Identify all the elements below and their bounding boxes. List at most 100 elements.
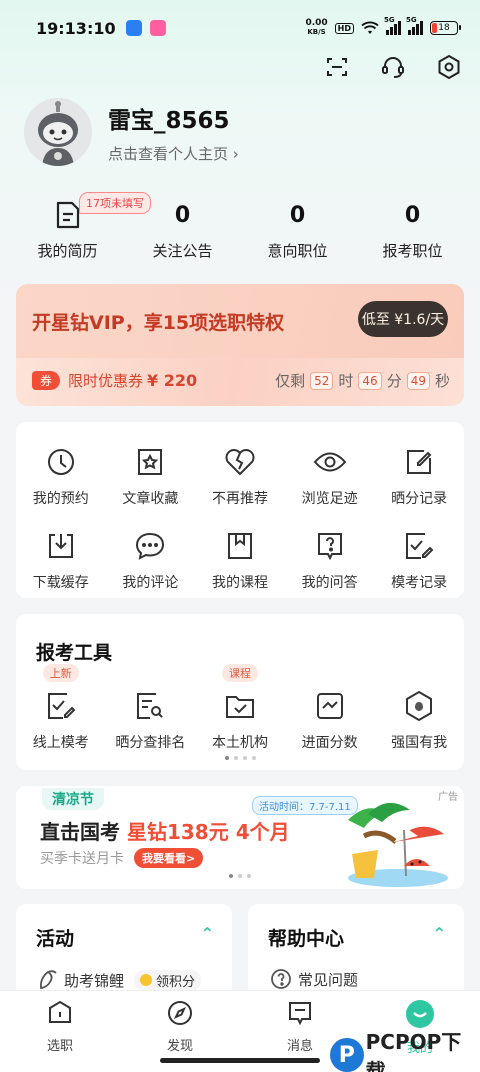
shortcuts-card: 我的预约 文章收藏 不再推荐 浏览足迹 晒分记录 下载缓存 我的评论 我的课程 … — [16, 422, 464, 598]
tool-label: 强国有我 — [391, 735, 448, 751]
notification-app-icon — [149, 20, 166, 36]
countdown-hours: 52 — [310, 371, 334, 390]
ad-banner[interactable]: 清凉节 广告 直击国考 星钻138元 4个月 买季卡送月卡 我要看看> 活动时间… — [16, 786, 464, 889]
shortcut-label: 文章收藏 — [122, 491, 179, 507]
stat-value: 0 — [174, 202, 191, 228]
vip-price-button[interactable]: 低至 ¥1.6/天 — [358, 301, 448, 337]
stat-value: 0 — [404, 202, 421, 228]
settings-icon[interactable] — [434, 52, 464, 82]
collapse-icon[interactable]: ⌃ — [201, 924, 214, 943]
exam-record-icon — [374, 526, 464, 566]
shortcut-downloads[interactable]: 下载缓存 — [16, 526, 106, 592]
comment-icon — [106, 526, 196, 566]
tool-online-mock[interactable]: 上新 线上模考 — [16, 664, 106, 752]
clock-icon — [16, 442, 106, 482]
tool-rank-search[interactable]: 晒分查排名 — [106, 686, 196, 752]
tools-title: 报考工具 — [36, 642, 113, 664]
banner-cta-button[interactable]: 我要看看> — [134, 848, 204, 868]
stat-label: 报考职位 — [382, 242, 443, 260]
shield-flower-icon — [374, 686, 464, 726]
tool-label: 进面分数 — [301, 735, 358, 751]
stat-resume[interactable]: 17项未填写 我的简历 — [10, 192, 151, 261]
coupon-amount: ¥ 220 — [147, 371, 198, 390]
tool-interview-score[interactable]: 进面分数 — [285, 686, 375, 752]
compass-icon — [168, 1001, 192, 1025]
activity-item-label: 助考锦鲤 — [64, 971, 125, 990]
stat-label: 关注公告 — [152, 242, 213, 260]
book-icon — [195, 526, 285, 566]
message-icon — [289, 1002, 311, 1026]
question-circle-icon — [271, 969, 291, 989]
countdown: 仅剩 52 时 46 分 49 秒 — [275, 370, 450, 391]
tools-card: 报考工具 上新 线上模考 晒分查排名 课程 本土机构 进面分数 强国有我 — [16, 614, 464, 770]
status-bar: 19:13:10 0.00 KB/S HD 5G 5G 18 — [0, 0, 480, 56]
shortcut-mock-record[interactable]: 模考记录 — [374, 526, 464, 592]
shortcut-label: 我的问答 — [301, 575, 358, 591]
shortcut-comments[interactable]: 我的评论 — [106, 526, 196, 592]
shortcut-history[interactable]: 浏览足迹 — [285, 442, 375, 508]
shortcut-not-recommend[interactable]: 不再推荐 — [195, 442, 285, 508]
help-item-label: 常见问题 — [298, 970, 359, 989]
shortcut-label: 我的课程 — [211, 575, 268, 591]
activity-item[interactable]: 助考锦鲤 领积分 — [36, 968, 202, 992]
tool-tag: 上新 — [42, 664, 79, 682]
shortcut-favorites[interactable]: 文章收藏 — [106, 442, 196, 508]
profile-face-icon — [406, 1000, 434, 1028]
vip-title: 开星钻VIP，享15项选职特权 — [32, 312, 285, 334]
watermark-p-icon: P — [330, 1038, 364, 1072]
nav-label: 选职 — [46, 1039, 73, 1054]
tool-strong-nation[interactable]: 强国有我 — [374, 686, 464, 752]
collapse-icon[interactable]: ⌃ — [433, 924, 446, 943]
rank-search-icon — [106, 686, 196, 726]
status-time: 19:13:10 — [36, 18, 116, 38]
stat-applied-jobs[interactable]: 0 报考职位 — [355, 196, 470, 261]
customer-service-icon[interactable] — [378, 52, 408, 82]
shortcut-label: 不再推荐 — [211, 491, 268, 507]
profile-header[interactable]: 雷宝_8565 点击查看个人主页 › — [24, 98, 239, 166]
help-card: 帮助中心 ⌃ 常见问题 — [248, 904, 464, 1004]
shortcut-label: 我的评论 — [122, 575, 179, 591]
hd-icon: HD — [334, 22, 354, 34]
koi-icon — [39, 970, 57, 989]
points-badge[interactable]: 领积分 — [134, 969, 202, 991]
eye-icon — [285, 442, 375, 482]
user-name: 雷宝_8565 — [108, 107, 230, 134]
view-profile-link[interactable]: 点击查看个人主页 › — [108, 143, 239, 164]
star-bookmark-icon — [106, 442, 196, 482]
download-icon — [16, 526, 106, 566]
question-icon — [285, 526, 375, 566]
shortcut-courses[interactable]: 我的课程 — [195, 526, 285, 592]
shortcut-label: 晒分记录 — [391, 491, 448, 507]
nav-jobs[interactable]: 选职 — [0, 991, 120, 1072]
shortcut-score-record[interactable]: 晒分记录 — [374, 442, 464, 508]
scan-icon[interactable] — [322, 52, 352, 82]
vip-promo-card[interactable]: 开星钻VIP，享15项选职特权 低至 ¥1.6/天 券 限时优惠券 ¥ 220 … — [16, 284, 464, 406]
coin-icon — [140, 974, 153, 986]
banner-sub: 买季卡送月卡 — [40, 851, 124, 867]
avatar[interactable] — [24, 98, 92, 166]
banner-headline: 直击国考 星钻138元 4个月 — [40, 820, 290, 844]
nav-label: 发现 — [166, 1039, 193, 1054]
broken-heart-icon — [195, 442, 285, 482]
home-indicator[interactable] — [160, 1058, 320, 1063]
stat-intended-jobs[interactable]: 0 意向职位 — [240, 196, 355, 261]
countdown-unit: 秒 — [434, 372, 450, 390]
shortcut-qa[interactable]: 我的问答 — [285, 526, 375, 592]
stat-label: 我的简历 — [37, 242, 98, 260]
shortcut-label: 浏览足迹 — [301, 491, 358, 507]
score-chart-icon — [285, 686, 375, 726]
tool-local-institution[interactable]: 课程 本土机构 — [195, 664, 285, 752]
countdown-unit: 分 — [386, 372, 402, 390]
countdown-minutes: 46 — [358, 371, 382, 390]
shortcut-appointments[interactable]: 我的预约 — [16, 442, 106, 508]
stats-row: 17项未填写 我的简历 0 关注公告 0 意向职位 0 报考职位 — [10, 192, 470, 261]
stat-label: 意向职位 — [267, 242, 328, 260]
countdown-unit: 时 — [338, 372, 354, 390]
battery-icon: 18 — [430, 21, 461, 35]
edit-note-icon — [374, 442, 464, 482]
shortcut-label: 模考记录 — [391, 575, 448, 591]
countdown-seconds: 49 — [406, 371, 430, 390]
help-item[interactable]: 常见问题 — [270, 968, 358, 990]
stat-followed-notices[interactable]: 0 关注公告 — [125, 196, 240, 261]
tool-tag: 课程 — [221, 664, 258, 682]
